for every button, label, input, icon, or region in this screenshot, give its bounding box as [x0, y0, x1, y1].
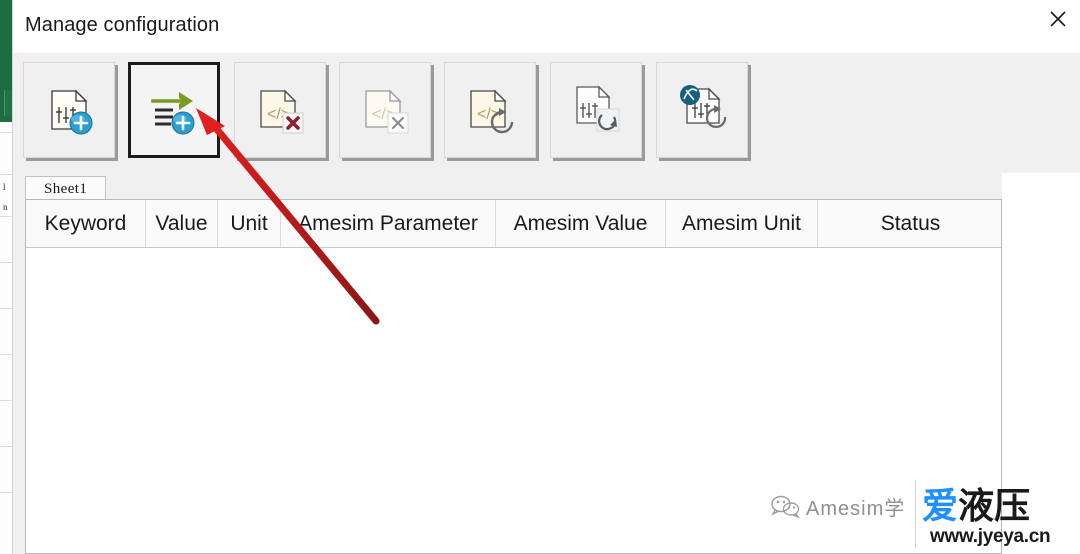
dialog-toolbar: </> </> </>	[13, 53, 1080, 173]
dialog-right-gutter	[1002, 173, 1080, 554]
toolbar-button-sync-amesim-parameters[interactable]	[656, 62, 748, 158]
column-header-keyword[interactable]: Keyword	[26, 200, 146, 247]
amesim-document-sync-icon	[680, 85, 727, 129]
configuration-table: Keyword Value Unit Amesim Parameter Ames…	[25, 199, 1002, 554]
arrow-right-add-icon	[151, 92, 195, 135]
toolbar-button-import-to-configuration[interactable]	[128, 62, 220, 158]
close-button[interactable]	[1035, 0, 1080, 38]
dialog-titlebar: Manage configuration	[13, 0, 1080, 53]
column-header-amesim-value[interactable]: Amesim Value	[496, 200, 666, 247]
toolbar-button-add-configuration-file[interactable]	[23, 62, 115, 158]
table-body[interactable]	[26, 248, 1001, 553]
toolbar-button-remove-code-file[interactable]: </>	[234, 62, 326, 158]
table-header-row: Keyword Value Unit Amesim Parameter Ames…	[26, 200, 1001, 248]
column-header-amesim-parameter[interactable]: Amesim Parameter	[281, 200, 496, 247]
sheet-tabstrip: Sheet1	[13, 173, 1080, 202]
excel-cell-glyph: n	[3, 202, 8, 212]
dialog-title: Manage configuration	[25, 14, 220, 36]
screenshot-root: l n Manage configuration </> </> </> She…	[0, 0, 1080, 554]
document-sliders-add-icon	[51, 89, 93, 135]
column-header-status[interactable]: Status	[818, 200, 1001, 247]
toolbar-button-reload-code-file[interactable]: </>	[444, 62, 536, 158]
column-header-value[interactable]: Value	[146, 200, 218, 247]
toolbar-button-clear-code-file[interactable]: </>	[339, 62, 431, 158]
column-header-unit[interactable]: Unit	[218, 200, 281, 247]
document-code-delete-icon: </>	[260, 89, 304, 134]
document-sliders-refresh-icon	[576, 85, 620, 132]
close-icon	[1050, 11, 1066, 27]
document-code-clear-icon: </>	[365, 89, 409, 134]
column-header-amesim-unit[interactable]: Amesim Unit	[666, 200, 818, 247]
manage-configuration-dialog: Manage configuration </> </> </> Sheet1 …	[12, 0, 1080, 554]
document-code-refresh-icon: </>	[470, 89, 514, 134]
toolbar-button-refresh-parameters[interactable]	[550, 62, 642, 158]
excel-cell-glyph: l	[3, 182, 6, 192]
